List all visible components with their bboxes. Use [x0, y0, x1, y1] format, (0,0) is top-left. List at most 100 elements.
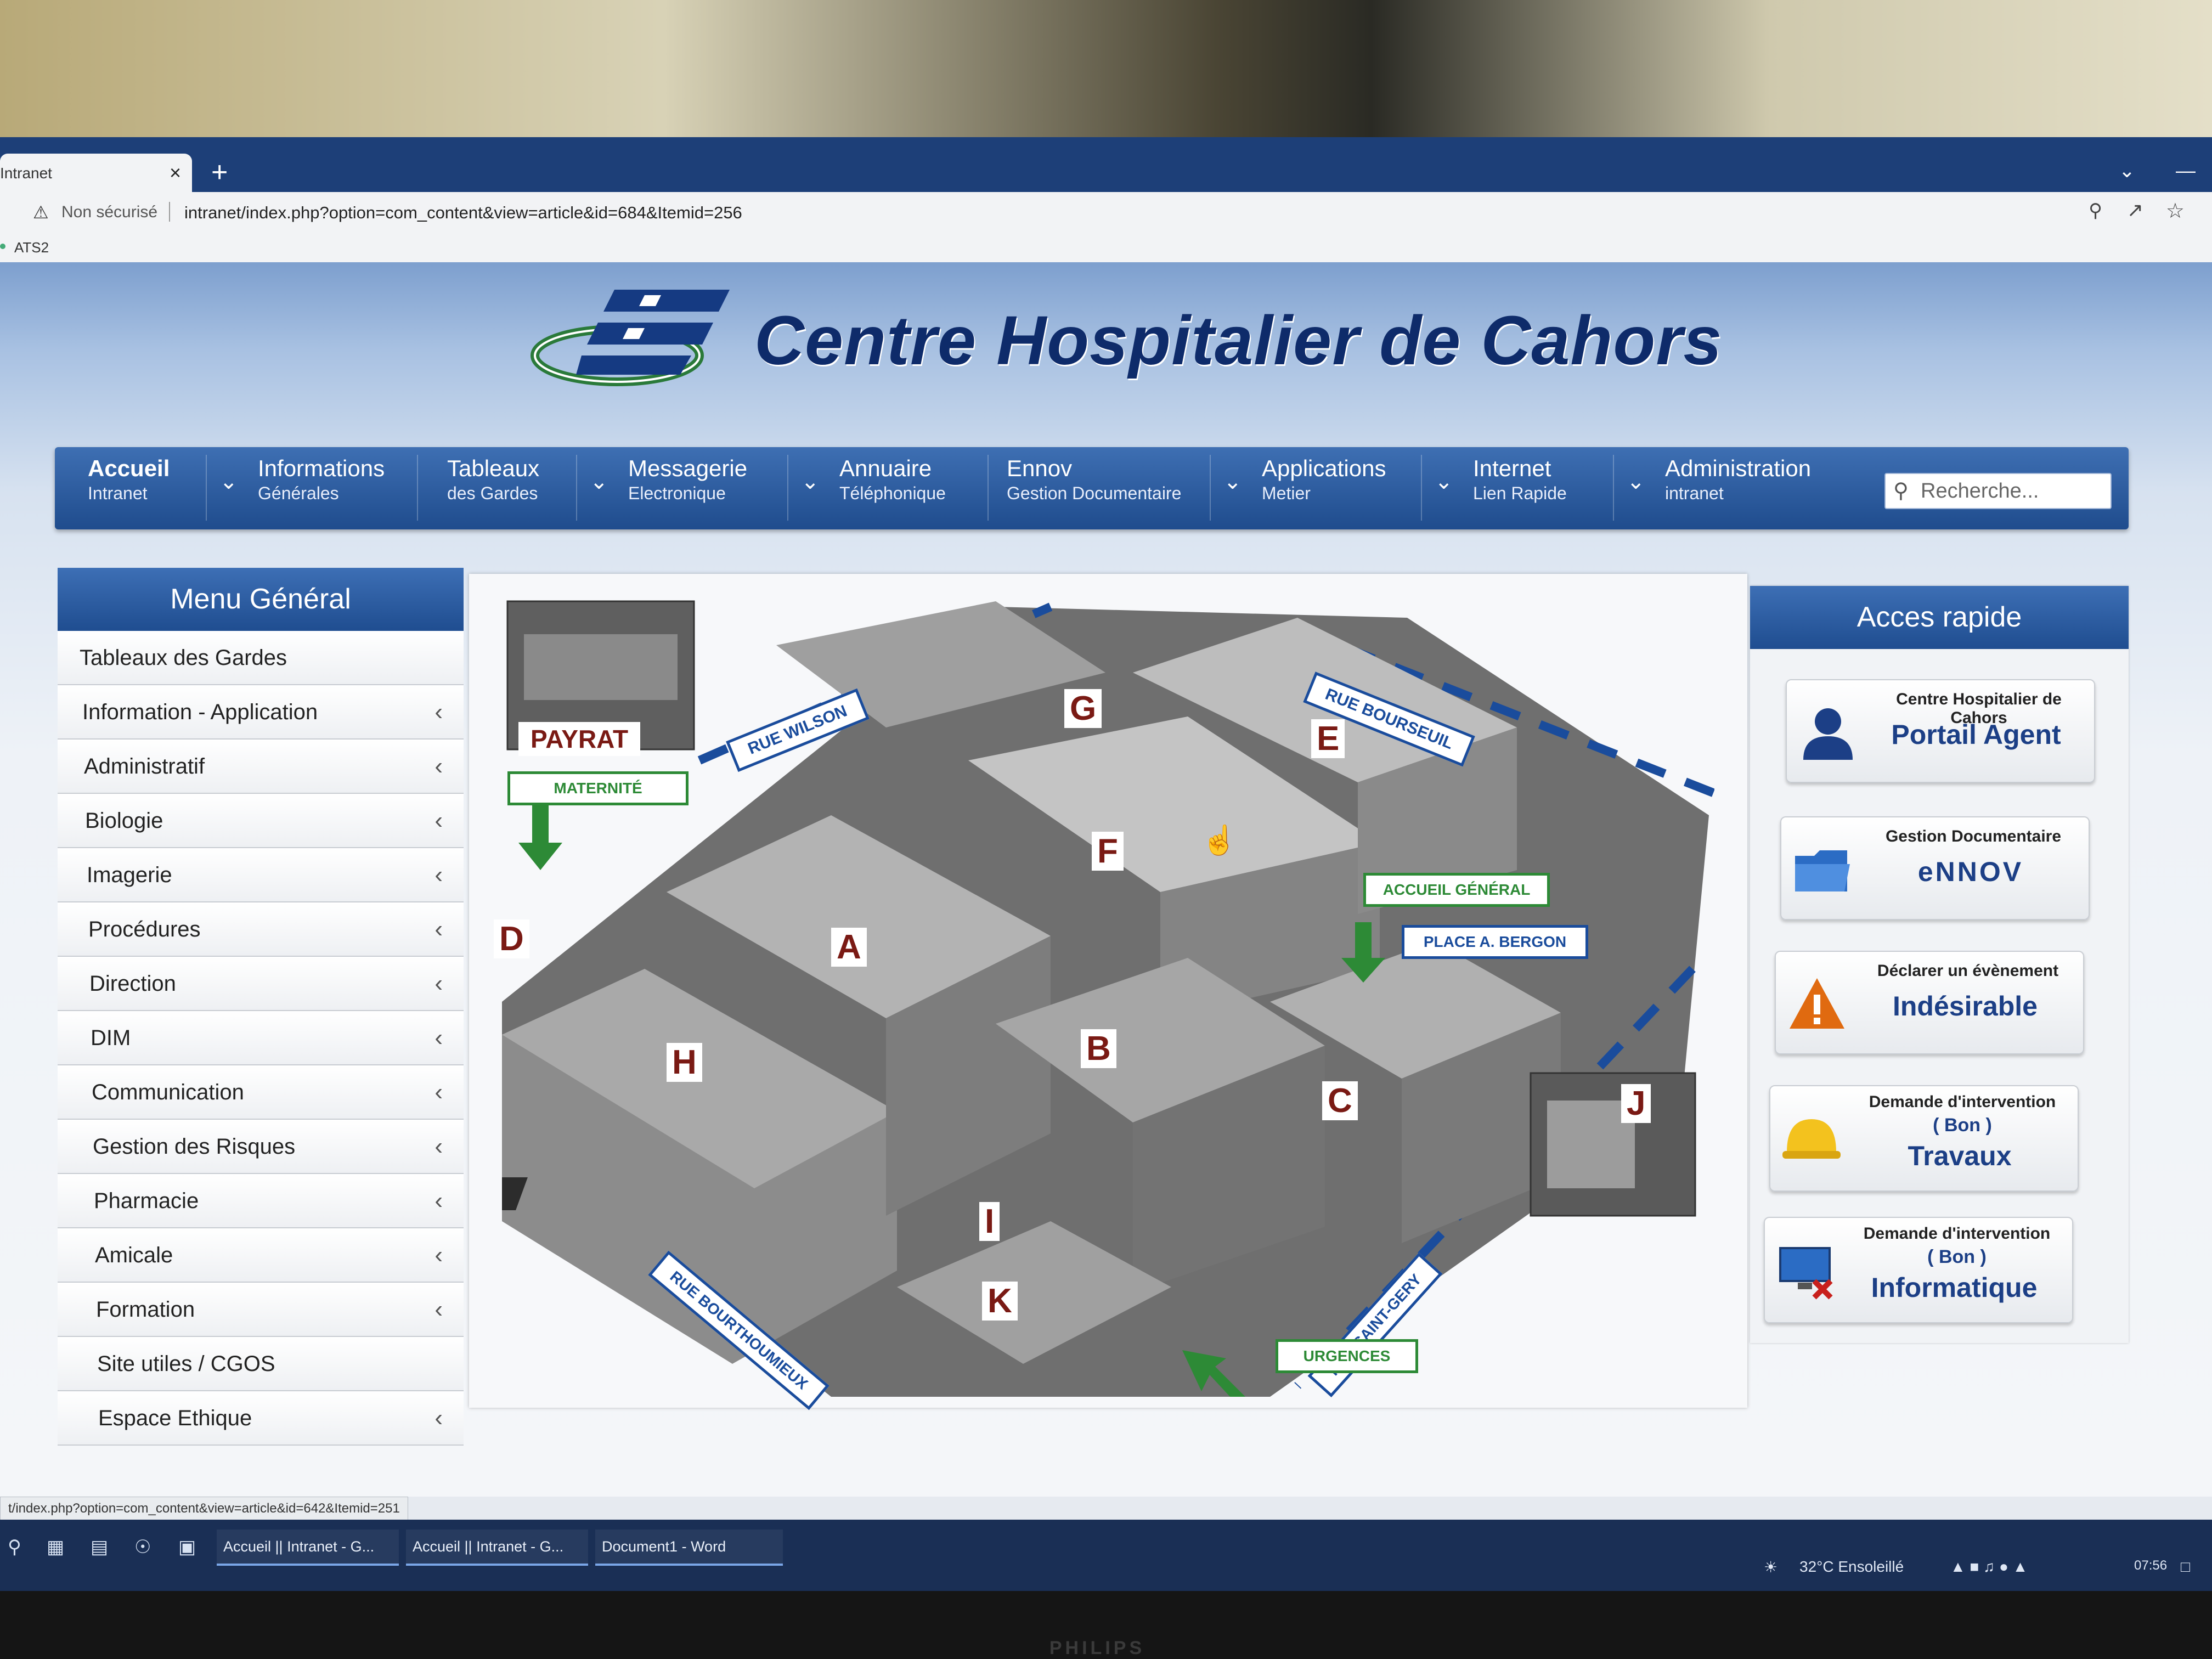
chevron-down-icon[interactable]: ⌄: [590, 469, 608, 494]
informatique-button[interactable]: Demande d'intervention ( Bon ) Informati…: [1764, 1217, 2073, 1323]
nav-sublabel: Générales: [258, 483, 339, 503]
nav-divider: [576, 455, 577, 521]
weather-icon[interactable]: ☀: [1764, 1558, 1778, 1576]
travaux-button[interactable]: Demande d'intervention ( Bon ) Travaux: [1769, 1085, 2079, 1192]
warning-icon[interactable]: ⚠: [33, 202, 49, 223]
chevron-down-icon[interactable]: ⌄: [1627, 469, 1645, 494]
nav-label: Accueil: [88, 455, 170, 481]
chevron-down-icon[interactable]: ⌄: [1435, 469, 1453, 494]
nav-ennov[interactable]: Ennov Gestion Documentaire: [1007, 455, 1181, 521]
divider: [169, 202, 170, 222]
notification-icon[interactable]: □: [2181, 1558, 2190, 1576]
nav-sublabel: Lien Rapide: [1473, 483, 1567, 503]
edge-icon[interactable]: ☉: [134, 1536, 151, 1558]
campus-map: RUE WILSON RUE BOURSEUIL RUE BOURTHOUMIE…: [469, 574, 1747, 1410]
nav-messagerie[interactable]: Messagerie Electronique: [628, 455, 747, 521]
menu-item-label: Pharmacie: [94, 1189, 199, 1213]
search-icon[interactable]: ⚲: [8, 1536, 21, 1558]
security-label[interactable]: Non sécurisé: [61, 203, 157, 222]
menu-item-biologie[interactable]: Biologie ‹: [58, 794, 464, 848]
file-explorer-icon[interactable]: ▤: [91, 1536, 108, 1558]
menu-item-formation[interactable]: Formation ‹: [58, 1283, 464, 1337]
weather-status[interactable]: 32°C Ensoleillé: [1799, 1558, 1904, 1576]
nav-applications[interactable]: Applications Metier: [1262, 455, 1386, 521]
portail-agent-button[interactable]: Centre Hospitalier de Cahors Portail Age…: [1786, 679, 2095, 783]
clock[interactable]: 07:56: [2134, 1558, 2167, 1573]
menu-item-imagerie[interactable]: Imagerie ‹: [58, 848, 464, 902]
menu-item-dim[interactable]: DIM ‹: [58, 1011, 464, 1065]
room-background: [0, 0, 2212, 143]
place-label-place-bergon: PLACE A. BERGON: [1402, 925, 1588, 959]
chevron-left-icon: ‹: [435, 1133, 443, 1160]
system-tray-icons[interactable]: ▲ ■ ♫ ● ▲: [1950, 1558, 2028, 1576]
bookmarks-bar: ATS2: [0, 232, 2212, 263]
nav-administration[interactable]: Administration intranet: [1665, 455, 1811, 521]
bookmark-star-icon[interactable]: ☆: [2166, 199, 2185, 223]
chevron-down-icon[interactable]: ⌄: [2119, 159, 2135, 182]
menu-item-information-application[interactable]: Information - Application ‹: [58, 685, 464, 740]
nav-internet[interactable]: Internet Lien Rapide: [1473, 455, 1567, 521]
building-label-f: F: [1092, 832, 1124, 871]
ennov-button[interactable]: Gestion Documentaire eNNOV: [1780, 816, 2090, 920]
chevron-left-icon: ‹: [435, 1242, 443, 1268]
zoom-icon[interactable]: ⚲: [2089, 200, 2102, 222]
menu-item-label: Information - Application: [82, 700, 318, 724]
nav-informations[interactable]: Informations Générales: [258, 455, 385, 521]
chevron-left-icon: ‹: [435, 1404, 443, 1431]
nav-sublabel: Intranet: [88, 483, 148, 503]
menu-item-administratif[interactable]: Administratif ‹: [58, 740, 464, 794]
nav-divider: [417, 455, 418, 521]
chevron-down-icon[interactable]: ⌄: [219, 469, 238, 494]
menu-item-tableaux-gardes[interactable]: Tableaux des Gardes: [58, 631, 464, 685]
nav-divider: [1421, 455, 1422, 521]
building-label-g: G: [1064, 689, 1102, 728]
ch-cahors-logo[interactable]: [527, 279, 735, 394]
evenement-indesirable-button[interactable]: Déclarer un évènement Indésirable: [1775, 951, 2084, 1054]
taskbar-chrome-window-2[interactable]: Accueil || Intranet - G...: [406, 1530, 588, 1566]
building-label-j: J: [1621, 1084, 1651, 1123]
tab-close-icon[interactable]: ×: [170, 161, 181, 184]
nav-accueil[interactable]: Accueil Intranet: [88, 455, 170, 521]
chevron-down-icon[interactable]: ⌄: [1223, 469, 1242, 494]
url-field[interactable]: intranet/index.php?option=com_content&vi…: [184, 203, 742, 223]
hard-hat-icon: [1782, 1119, 1841, 1159]
menu-item-label: Gestion des Risques: [93, 1135, 296, 1159]
new-tab-button[interactable]: +: [211, 158, 228, 187]
computer-icon: [1779, 1247, 1833, 1300]
nav-label: Internet: [1473, 455, 1551, 481]
menu-item-label: Procédures: [88, 917, 201, 941]
chevron-down-icon[interactable]: ⌄: [801, 469, 820, 494]
nav-annuaire[interactable]: Annuaire Téléphonique: [839, 455, 946, 521]
card-title: Informatique: [1871, 1272, 2038, 1303]
menu-item-site-utiles[interactable]: Site utiles / CGOS: [58, 1337, 464, 1391]
menu-item-espace-ethique[interactable]: Espace Ethique ‹: [58, 1391, 464, 1446]
menu-item-communication[interactable]: Communication ‹: [58, 1065, 464, 1120]
minimize-icon[interactable]: —: [2176, 159, 2196, 182]
taskbar-chrome-window-1[interactable]: Accueil || Intranet - G...: [217, 1530, 399, 1566]
menu-item-label: DIM: [91, 1026, 131, 1050]
card-title: Indésirable: [1893, 991, 2038, 1022]
menu-item-gestion-risques[interactable]: Gestion des Risques ‹: [58, 1120, 464, 1174]
menu-item-amicale[interactable]: Amicale ‹: [58, 1228, 464, 1283]
taskbar-word-window[interactable]: Document1 - Word: [595, 1530, 783, 1566]
menu-item-direction[interactable]: Direction ‹: [58, 957, 464, 1011]
nav-sublabel: intranet: [1665, 483, 1724, 503]
task-view-icon[interactable]: ▦: [47, 1536, 64, 1558]
search-input[interactable]: [1920, 477, 2103, 505]
chevron-left-icon: ‹: [435, 753, 443, 780]
store-icon[interactable]: ▣: [178, 1536, 196, 1558]
menu-item-label: Site utiles / CGOS: [97, 1352, 275, 1376]
nav-tableaux[interactable]: Tableaux des Gardes: [447, 455, 539, 521]
chevron-left-icon: ‹: [435, 1079, 443, 1105]
search-box: ⚲: [1884, 473, 2112, 509]
menu-item-label: Biologie: [85, 809, 163, 833]
taskbar: ⚲ ▦ ▤ ☉ ▣ Accueil || Intranet - G... Acc…: [0, 1520, 2212, 1596]
share-icon[interactable]: ↗: [2127, 199, 2143, 222]
bookmark-ats2[interactable]: ATS2: [14, 239, 49, 256]
place-label-accueil-general: ACCUEIL GÉNÉRAL: [1363, 873, 1550, 907]
menu-item-procedures[interactable]: Procédures ‹: [58, 902, 464, 957]
menu-item-label: Espace Ethique: [98, 1406, 252, 1430]
browser-tab[interactable]: Intranet ×: [0, 154, 192, 192]
chevron-left-icon: ‹: [435, 1296, 443, 1323]
menu-item-pharmacie[interactable]: Pharmacie ‹: [58, 1174, 464, 1228]
